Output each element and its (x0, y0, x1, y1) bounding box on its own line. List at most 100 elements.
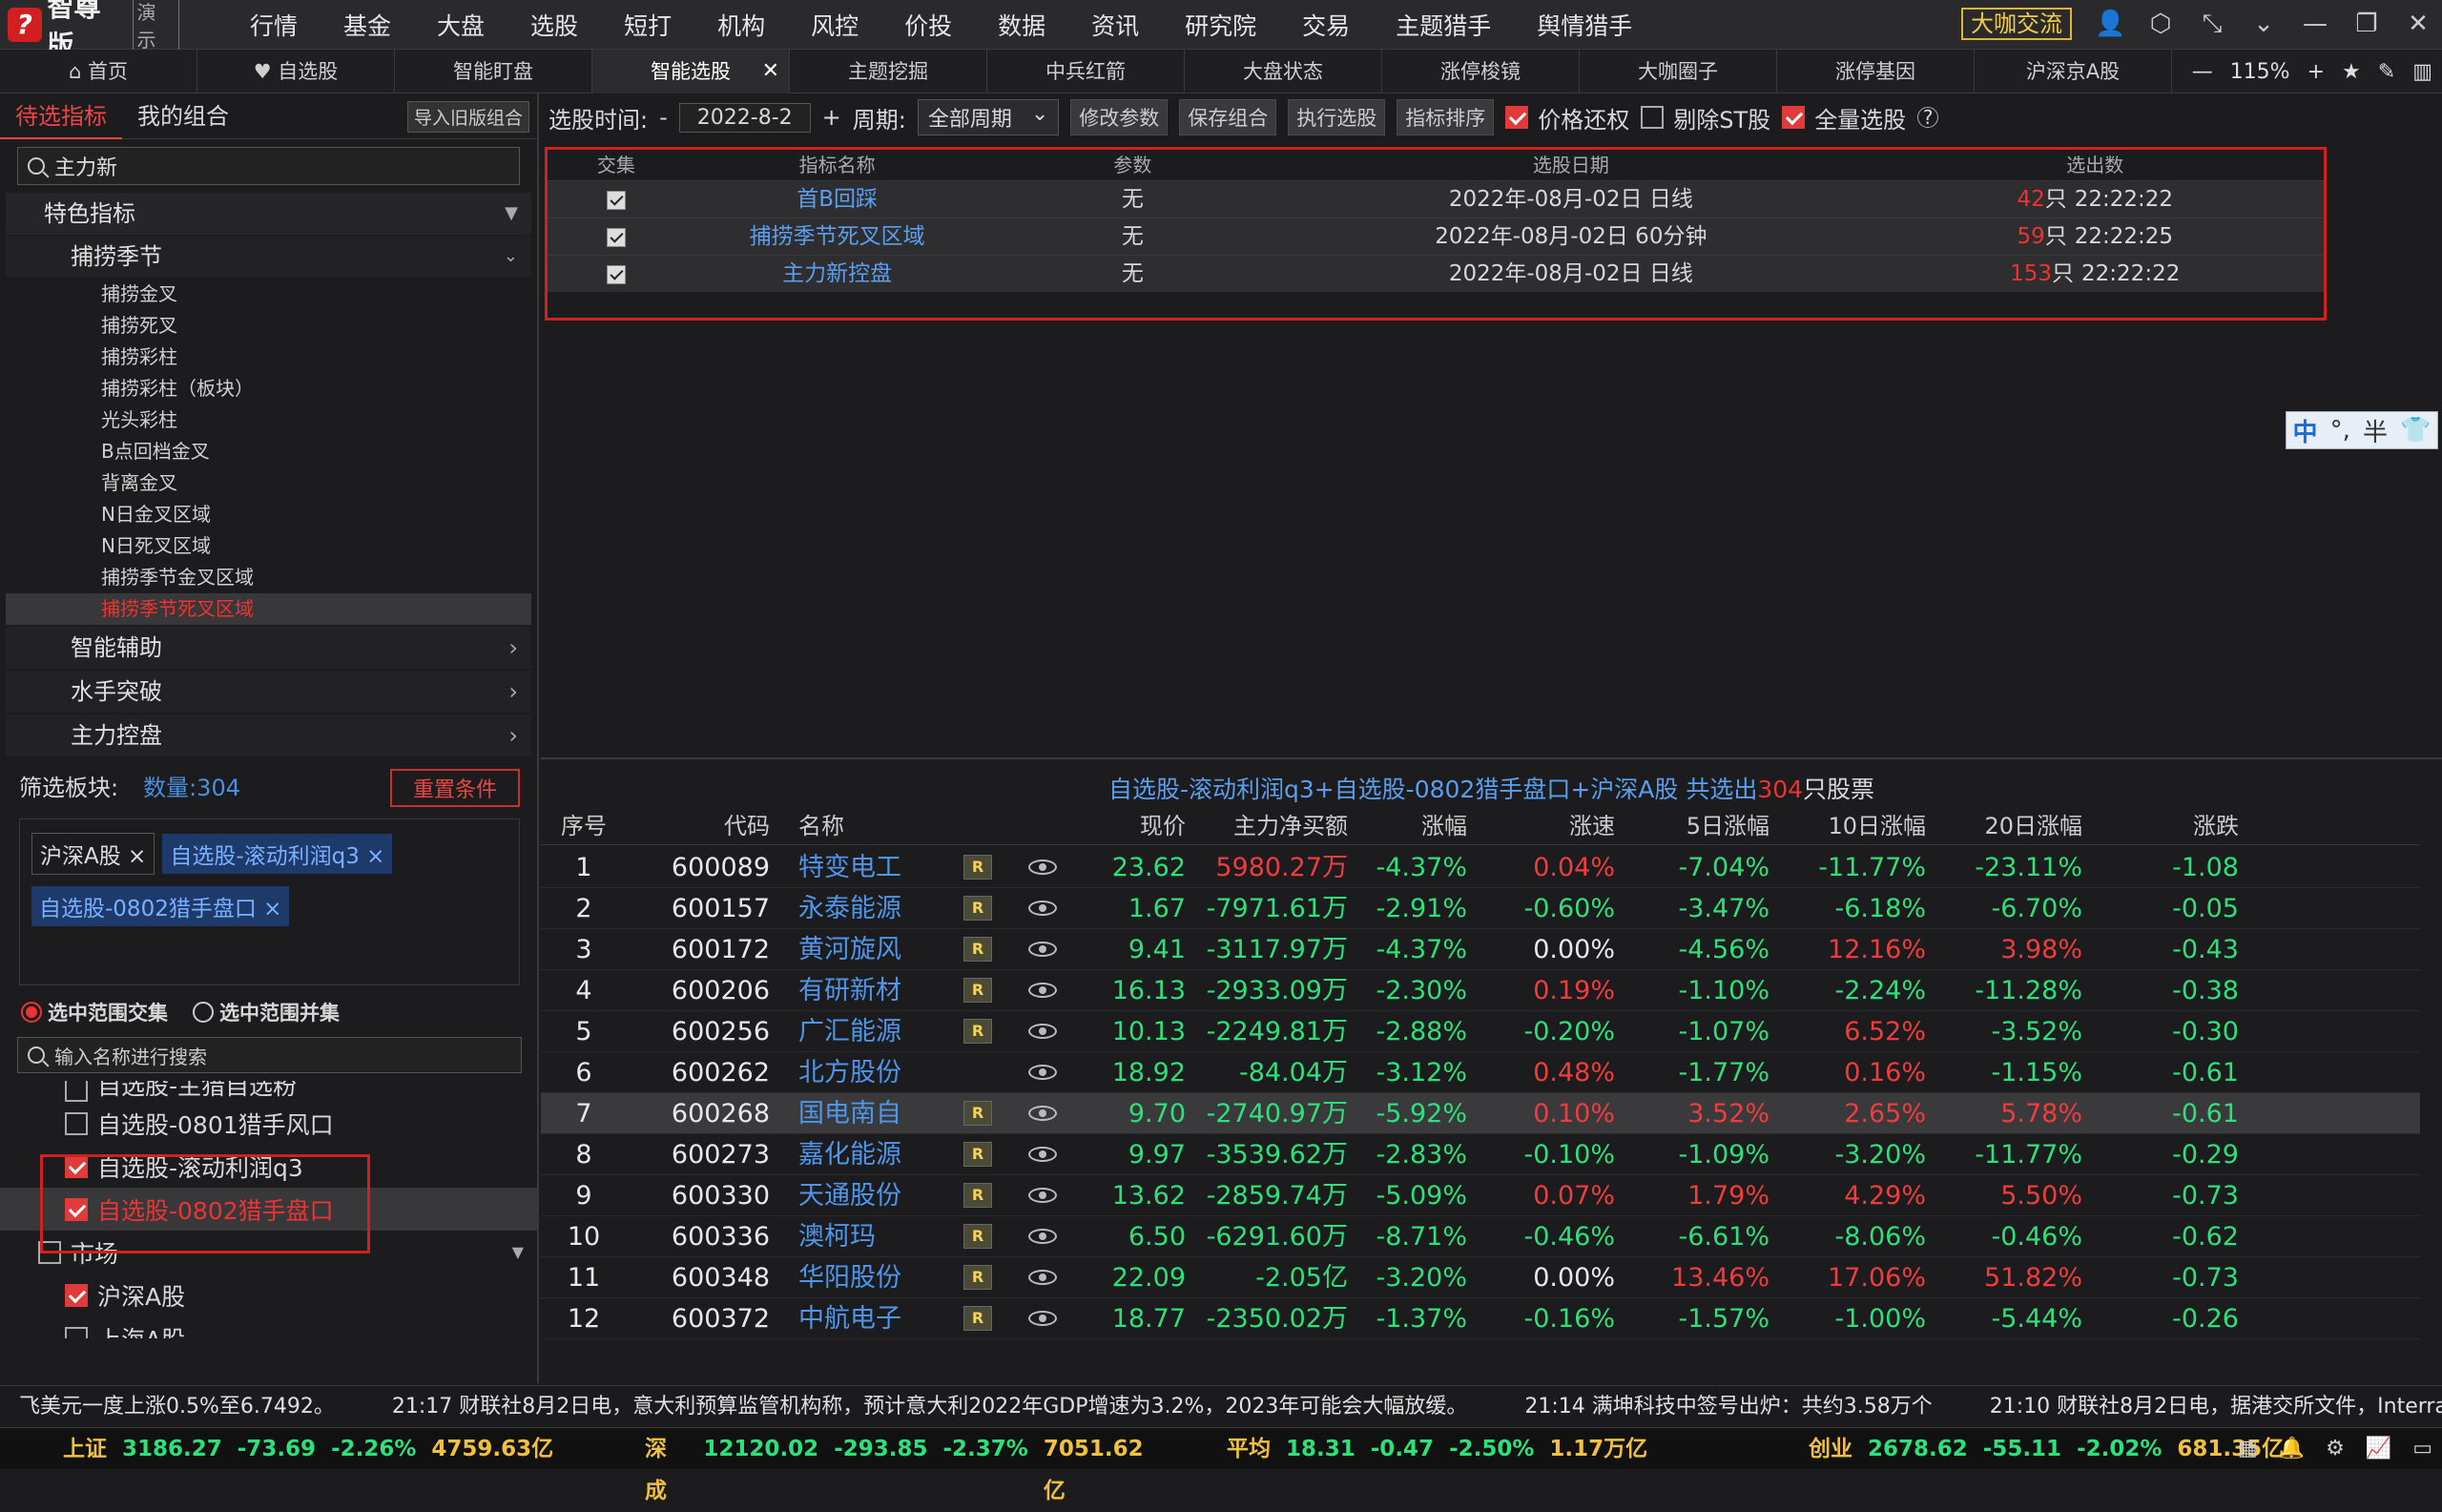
block-list-item[interactable]: 自选股-主猎自选粉 (0, 1081, 539, 1102)
restore-icon[interactable]: ❐ (2352, 10, 2381, 38)
eye-icon[interactable] (1028, 1270, 1057, 1285)
settings-icon[interactable]: ⬡ (2146, 10, 2175, 38)
user-icon[interactable]: 👤 (2095, 10, 2125, 38)
grid-col-header[interactable]: 涨幅 (1348, 807, 1467, 844)
menu-item[interactable]: 选股 (507, 8, 601, 42)
table-row[interactable]: 7 600268 国电南自 R 9.70 -2740.97万 -5.92% 0.10% 3.52… (541, 1093, 2420, 1134)
stock-code[interactable]: 600157 (627, 888, 779, 928)
news-item[interactable]: 飞美元一度上涨0.5%至6.7492。 (19, 1386, 335, 1427)
monitor-icon[interactable]: ▭ (2412, 1428, 2432, 1470)
criteria-name[interactable]: 主力新控盘 (685, 256, 990, 292)
reset-button[interactable]: 重置条件 (389, 769, 520, 807)
gear-icon[interactable]: ⚙ (2326, 1428, 2345, 1470)
zoom-out-icon[interactable]: — (2192, 60, 2213, 84)
market-item[interactable]: 沪深A股 (0, 1274, 539, 1316)
menu-item[interactable]: 基金 (321, 8, 414, 42)
tab-item[interactable]: 大咖圈子 (1580, 50, 1777, 93)
minimize-icon[interactable]: — (2301, 10, 2329, 38)
indicator-item[interactable]: 捕捞季节死叉区域 (6, 593, 531, 625)
index-item[interactable]: 平均 18.31 -0.47 -2.50% 1.17万亿 (1164, 1428, 1746, 1469)
grid-col-header[interactable]: 现价 (1071, 807, 1186, 844)
shrink-icon[interactable]: ⤡ (2198, 10, 2226, 38)
menu-item[interactable]: 交易 (1279, 8, 1373, 42)
tab-item[interactable]: 大盘状态 (1185, 50, 1382, 93)
eye-icon[interactable] (1028, 1106, 1057, 1121)
indicator-item[interactable]: 捕捞彩柱 (6, 342, 531, 373)
grid-col-header[interactable]: 20日涨幅 (1926, 807, 2082, 844)
index-item[interactable]: 深成 12120.02 -293.85 -2.37% 7051.62亿 (582, 1428, 1164, 1503)
stock-name[interactable]: 澳柯玛 (779, 1216, 942, 1256)
r-badge-icon[interactable]: R (963, 1142, 992, 1167)
table-row[interactable]: 1 600089 特变电工 R 23.62 5980.27万 -4.37% 0.04% -7.0… (541, 847, 2420, 888)
indicator-item[interactable]: N日金叉区域 (6, 499, 531, 530)
index-item[interactable]: 上证 3186.27 -73.69 -2.26% 4759.63亿 (0, 1428, 582, 1469)
stock-name[interactable]: 华阳股份 (779, 1257, 942, 1297)
checkbox-checked-icon[interactable] (606, 190, 626, 210)
eye-icon[interactable] (1028, 1229, 1057, 1244)
table-row[interactable]: 5 600256 广汇能源 R 10.13 -2249.81万 -2.88% -0.20% -1… (541, 1011, 2420, 1052)
tab-candidate-indicators[interactable]: 待选指标 (0, 93, 122, 139)
checkbox-checked-icon[interactable] (606, 264, 626, 284)
filter-chip[interactable]: 自选股-0802猎手盘口 × (31, 886, 290, 926)
zoom-in-icon[interactable]: + (2307, 60, 2325, 84)
r-badge-icon[interactable]: R (963, 937, 992, 962)
eye-icon[interactable] (1028, 1311, 1057, 1326)
indicator-item[interactable]: N日死叉区域 (6, 530, 531, 562)
table-row[interactable]: 3 600172 黄河旋风 R 9.41 -3117.97万 -4.37% 0.00% -4.5… (541, 929, 2420, 970)
grid-col-header[interactable]: 主力净买额 (1186, 807, 1348, 844)
table-row[interactable]: 11 600348 华阳股份 R 22.09 -2.05亿 -3.20% 0.00% 13.46… (541, 1257, 2420, 1298)
star-icon[interactable]: ★ (2342, 60, 2361, 84)
stock-code[interactable]: 600336 (627, 1216, 779, 1256)
eye-icon[interactable] (1028, 1147, 1057, 1162)
grid-col-header[interactable]: 涨跌 (2082, 807, 2239, 844)
stock-code[interactable]: 600348 (627, 1257, 779, 1297)
period-select[interactable]: 全部周期 ⌄ (917, 99, 1060, 135)
r-badge-icon[interactable]: R (963, 896, 992, 921)
criteria-check-cell[interactable] (548, 218, 685, 255)
criteria-check-cell[interactable] (548, 181, 685, 217)
ime-lang[interactable]: 中 (2293, 413, 2318, 448)
sort-indicators-button[interactable]: 指标排序 (1397, 99, 1495, 135)
eye-icon[interactable] (1028, 901, 1057, 916)
menu-item[interactable]: 数据 (975, 8, 1068, 42)
tab-item[interactable]: 主题挖掘 (790, 50, 987, 93)
close-icon[interactable]: ✕ (2404, 10, 2432, 38)
ime-punct[interactable]: °, (2330, 416, 2350, 445)
r-badge-icon[interactable]: R (963, 855, 992, 880)
tab-close-icon[interactable]: ✕ (762, 50, 779, 93)
menu-item[interactable]: 舆情猎手 (1514, 8, 1655, 42)
ime-toolbar[interactable]: 中 °, 半 👕 (2286, 411, 2438, 449)
exclude-st-checkbox[interactable]: 剔除ST股 (1641, 101, 1770, 135)
dropdown-icon[interactable]: ⌄ (2249, 10, 2278, 38)
criteria-name[interactable]: 首B回踩 (685, 181, 990, 217)
tab-my-combos[interactable]: 我的组合 (122, 93, 244, 139)
stock-name[interactable]: 中航电子 (779, 1298, 942, 1338)
eye-icon[interactable] (1028, 983, 1057, 998)
stock-name[interactable]: 天通股份 (779, 1175, 942, 1215)
section-special[interactable]: 特色指标 ▼ (6, 193, 531, 235)
indicator-search[interactable]: 主力新 (17, 147, 520, 185)
radio-intersect[interactable]: 选中范围交集 (21, 998, 168, 1026)
market-item[interactable]: 上海A股 (0, 1316, 539, 1338)
calendar-icon[interactable]: ▦ (2238, 1428, 2258, 1470)
price-adjust-checkbox[interactable]: 价格还权 (1505, 101, 1629, 135)
table-row[interactable]: 8 600273 嘉化能源 R 9.97 -3539.62万 -2.83% -0.10% -1.… (541, 1134, 2420, 1175)
save-combo-button[interactable]: 保存组合 (1179, 99, 1277, 135)
menu-item[interactable]: 机构 (694, 8, 788, 42)
import-old-combo-button[interactable]: 导入旧版组合 (406, 101, 529, 133)
table-row[interactable]: 10 600336 澳柯玛 R 6.50 -6291.60万 -8.71% -0.46% -6.… (541, 1216, 2420, 1257)
grid-col-header[interactable]: 涨速 (1467, 807, 1615, 844)
shirt-icon[interactable]: 👕 (2400, 416, 2431, 445)
r-badge-icon[interactable]: R (963, 1183, 992, 1208)
checkbox-checked-icon[interactable] (606, 227, 626, 247)
indicator-item[interactable]: B点回档金叉 (6, 436, 531, 467)
filter-chip[interactable]: 自选股-滚动利润q3 × (162, 834, 393, 874)
criteria-row[interactable]: 首B回踩 无 2022年-08月-02日 日线 42只 22:22:22 (548, 180, 2324, 217)
community-button[interactable]: 大咖交流 (1961, 8, 2072, 40)
criteria-name[interactable]: 捕捞季节死叉区域 (685, 218, 990, 255)
indicator-item[interactable]: 背离金叉 (6, 467, 531, 499)
indicator-item[interactable]: 捕捞死叉 (6, 310, 531, 342)
eye-icon[interactable] (1028, 1024, 1057, 1039)
r-badge-icon[interactable]: R (963, 1306, 992, 1331)
stock-code[interactable]: 600172 (627, 929, 779, 969)
